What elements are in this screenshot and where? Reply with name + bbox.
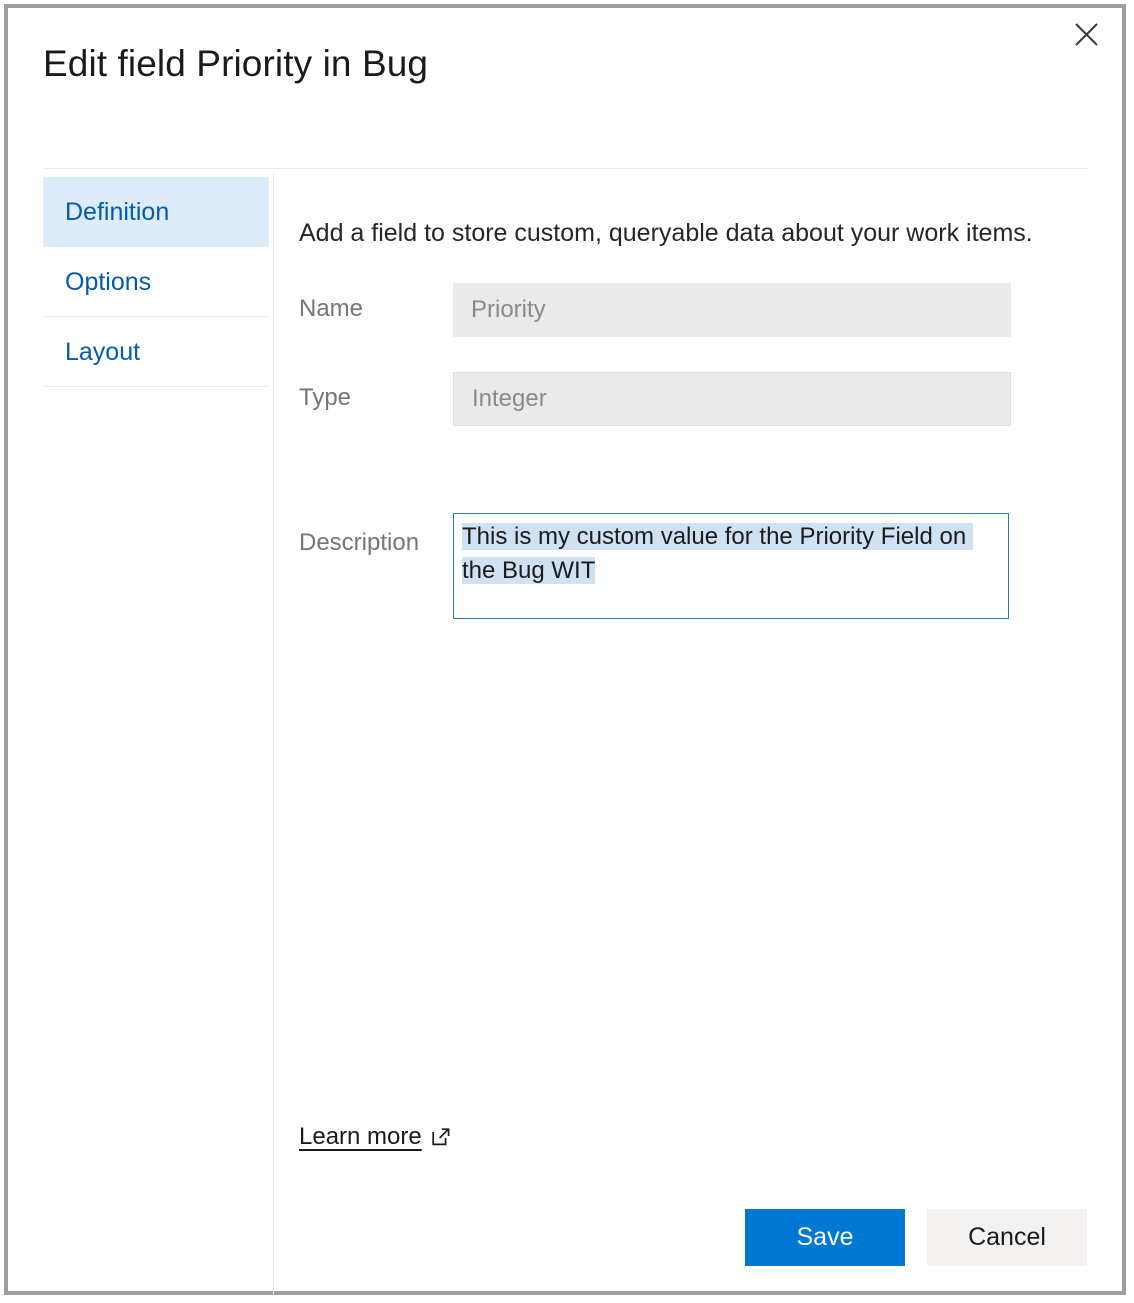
sidebar-item-label: Layout (65, 338, 140, 367)
sidebar-item-label: Options (65, 268, 151, 297)
sidebar-item-label: Definition (65, 198, 169, 227)
field-row-type: Type (299, 372, 1011, 428)
name-input[interactable] (453, 283, 1011, 337)
description-textarea[interactable]: This is my custom value for the Priority… (453, 513, 1009, 619)
sidebar-item-layout[interactable]: Layout (43, 317, 269, 387)
dialog-footer: Save Cancel (745, 1209, 1087, 1266)
field-row-description: Description This is my custom value for … (299, 513, 1011, 619)
sidebar-item-options[interactable]: Options (43, 247, 269, 317)
external-link-icon (431, 1127, 451, 1147)
panel-description: Add a field to store custom, queryable d… (299, 219, 1033, 248)
cancel-button[interactable]: Cancel (927, 1209, 1087, 1266)
field-row-name: Name (299, 283, 1011, 337)
dialog-header: Edit field Priority in Bug (5, 5, 1125, 163)
learn-more-link[interactable]: Learn more (299, 1123, 451, 1151)
panel-divider (273, 171, 274, 1296)
edit-field-dialog: Edit field Priority in Bug Definition Op… (4, 4, 1126, 1295)
description-textarea-content: This is my custom value for the Priority… (462, 520, 1000, 588)
learn-more-label: Learn more (299, 1123, 422, 1151)
close-icon-button[interactable] (1065, 15, 1107, 53)
type-select[interactable] (453, 372, 1011, 426)
close-icon (1073, 21, 1100, 48)
description-label: Description (299, 529, 419, 557)
sidebar: Definition Options Layout (43, 177, 269, 387)
name-label: Name (299, 295, 363, 323)
sidebar-item-definition[interactable]: Definition (43, 177, 269, 247)
save-button[interactable]: Save (745, 1209, 905, 1266)
description-selected-text: This is my custom value for the Priority… (462, 523, 973, 584)
page-title: Edit field Priority in Bug (43, 43, 428, 85)
type-label: Type (299, 384, 351, 412)
dialog-body: Definition Options Layout Add a field to… (5, 169, 1125, 1294)
